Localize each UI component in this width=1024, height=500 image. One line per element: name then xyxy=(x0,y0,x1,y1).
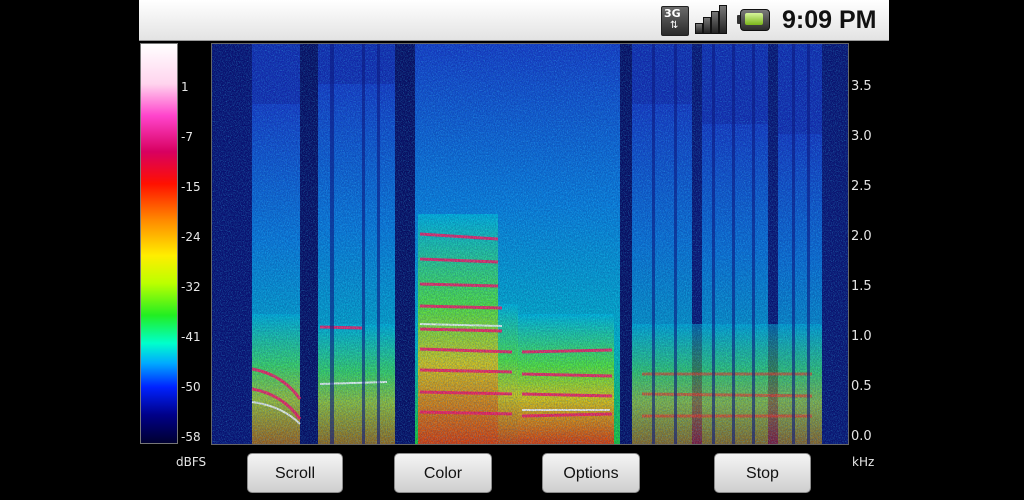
battery-charging-icon xyxy=(737,9,771,31)
frequency-tick-label: 2.5 xyxy=(851,179,872,194)
signal-bars-icon xyxy=(695,5,729,34)
network-type-label: 3G xyxy=(664,7,681,20)
app-screen: 3G ⇅ 9:09 PM 1 -7 -15 -24 -32 -41 -50 -5… xyxy=(139,0,889,500)
frequency-tick-label: 1.5 xyxy=(851,279,872,294)
frequency-tick-label: 0.0 xyxy=(851,429,872,444)
frequency-tick-label: 2.0 xyxy=(851,229,872,244)
stop-button[interactable]: Stop xyxy=(714,453,811,493)
frequency-unit-label: kHz xyxy=(852,455,875,469)
spectrogram-display[interactable] xyxy=(211,43,849,445)
colorbar-label: -32 xyxy=(181,280,201,294)
colorbar-label: -24 xyxy=(181,230,201,244)
color-scale-bar xyxy=(140,43,178,444)
frequency-tick-label: 0.5 xyxy=(851,379,872,394)
status-clock: 9:09 PM xyxy=(782,6,877,34)
frequency-tick-label: 1.0 xyxy=(851,329,872,344)
colorbar-label: -50 xyxy=(181,380,201,394)
colorbar-label: 1 xyxy=(181,80,189,94)
color-button[interactable]: Color xyxy=(394,453,492,493)
options-button[interactable]: Options xyxy=(542,453,640,493)
colorbar-label: -7 xyxy=(181,130,193,144)
colorbar-label: -15 xyxy=(181,180,201,194)
scroll-button[interactable]: Scroll xyxy=(247,453,343,493)
colorbar-unit-label: dBFS xyxy=(176,455,207,469)
status-bar: 3G ⇅ 9:09 PM xyxy=(139,0,889,41)
colorbar-label: -41 xyxy=(181,330,201,344)
network-3g-icon: 3G ⇅ xyxy=(661,6,689,36)
frequency-tick-label: 3.0 xyxy=(851,129,872,144)
frequency-tick-label: 3.5 xyxy=(851,79,872,94)
colorbar-label: -58 xyxy=(181,430,201,444)
